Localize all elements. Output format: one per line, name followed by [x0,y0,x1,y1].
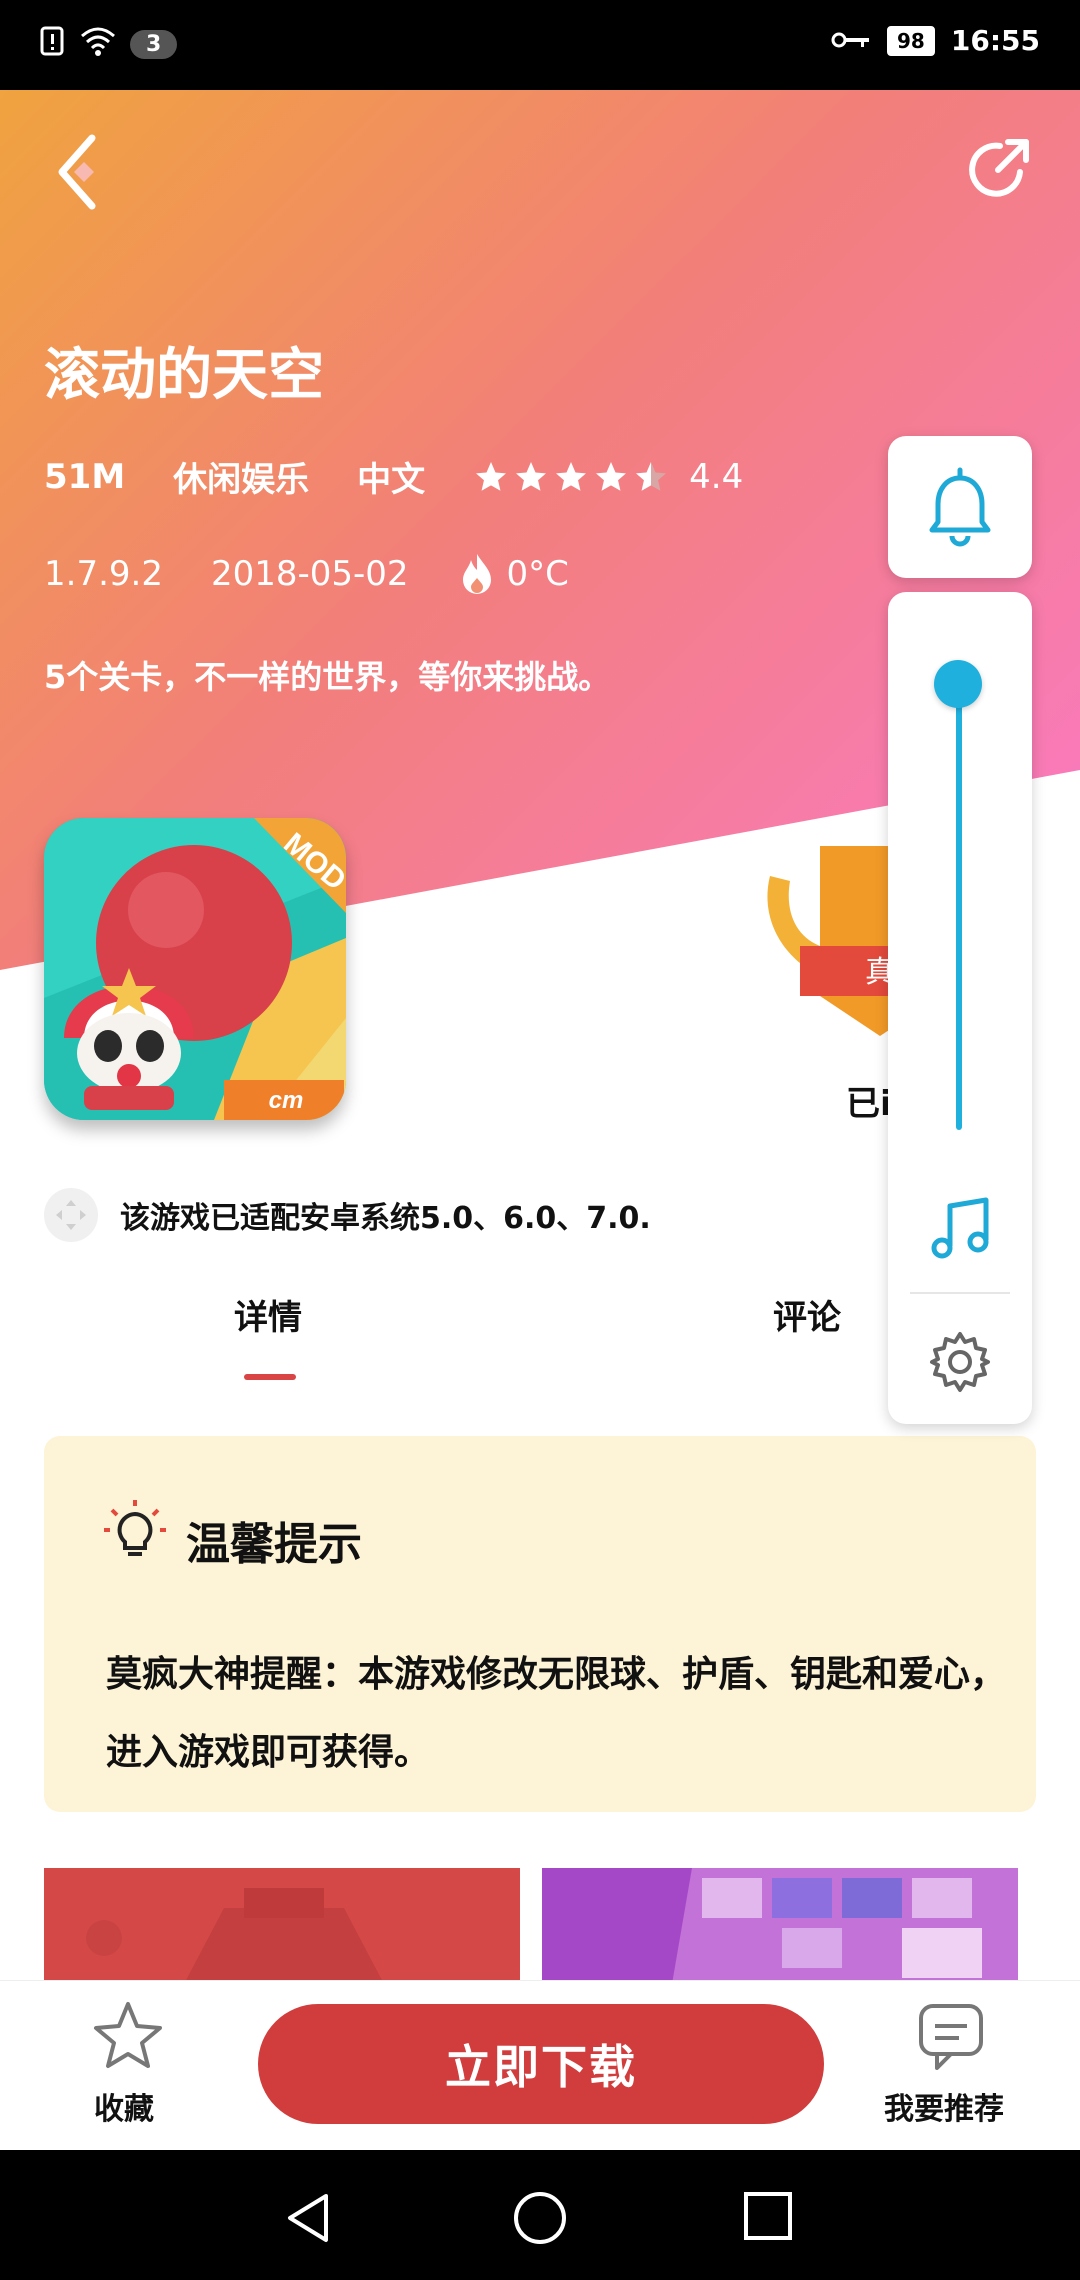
star-icon [476,461,507,491]
back-button[interactable] [52,132,112,212]
lightbulb-icon [104,1500,166,1556]
svg-text:cm: cm [269,1087,304,1114]
flame-icon [462,554,491,594]
tip-title: 温馨提示 [186,1519,362,1570]
star-icon [596,461,627,491]
volume-slider-thumb[interactable] [934,660,982,708]
game-title: 滚动的天空 [44,343,324,408]
meta-row-2: 1.7.9.2 2018-05-02 0°C [44,552,617,596]
volume-slider-track[interactable] [956,680,962,1130]
star-half-icon [636,461,667,491]
favorite-star-icon[interactable] [92,2000,164,2072]
screenshot-thumbnail[interactable] [44,1868,520,1984]
game-language: 中文 [357,460,426,500]
compat-row: 该游戏已适配安卓系统5.0、6.0、7.0. [44,1188,651,1242]
share-button[interactable] [964,134,1034,204]
game-description: 5个关卡，不一样的世界，等你来挑战。 [44,658,611,696]
active-tab-indicator [244,1374,296,1380]
gear-icon[interactable] [928,1330,992,1394]
alert-icon [40,26,66,63]
notification-count: 3 [130,30,178,59]
recommend-chat-icon[interactable] [915,2000,987,2072]
rating-value: 4.4 [689,456,744,497]
recommend-label[interactable]: 我要推荐 [884,2084,1004,2128]
battery-indicator: 98 [887,25,935,56]
heat-value: 0°C [506,554,569,594]
game-size: 51M [44,456,126,497]
game-category: 休闲娱乐 [173,460,310,500]
screenshot-thumbnail[interactable] [542,1868,1018,1984]
star-icon [516,461,547,491]
app-icon: MOD cm [44,818,346,1120]
release-date: 2018-05-02 [210,554,409,594]
nav-home-icon[interactable] [512,2190,568,2246]
music-note-icon[interactable] [920,1196,1000,1266]
status-bar: 3 98 16:55 [0,0,1080,90]
rating-stars [473,459,669,495]
tip-text: 莫疯大神提醒：本游戏修改无限球、护盾、钥匙和爱心，进入游戏即可获得。 [106,1654,1007,1773]
favorite-label[interactable]: 收藏 [94,2084,154,2128]
wifi-icon [80,26,116,63]
nav-back-icon[interactable] [284,2190,334,2246]
panel-divider [910,1292,1010,1294]
meta-row-1: 51M 休闲娱乐 中文 4.4 [44,452,791,501]
tab-details[interactable]: 详情 [234,1290,302,1339]
game-version: 1.7.9.2 [44,554,163,594]
tab-comments[interactable]: 评论 [773,1290,841,1339]
nav-recents-icon[interactable] [742,2190,794,2242]
notification-button[interactable] [888,436,1032,578]
chevron-left-icon [58,134,96,210]
clock: 16:55 [950,24,1040,57]
bell-icon [929,467,991,547]
compat-text: 该游戏已适配安卓系统5.0、6.0、7.0. [120,1201,651,1236]
share-icon [969,139,1029,197]
gamepad-icon [44,1188,98,1242]
download-button[interactable]: 立即下载 [258,2004,824,2124]
badge-caption: 已i [846,1084,892,1124]
star-icon [556,461,587,491]
key-icon [831,24,871,57]
